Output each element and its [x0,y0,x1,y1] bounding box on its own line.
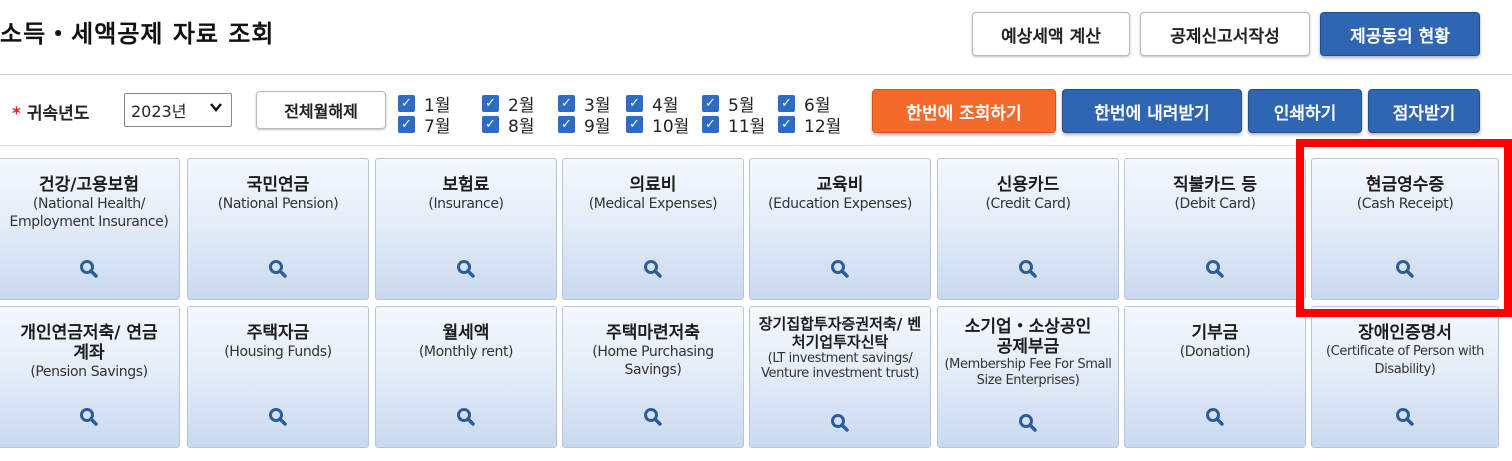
search-icon [1019,260,1037,278]
search-icon [1206,260,1224,278]
card-lt-investment-savings[interactable]: 장기집합투자증권저축/ 벤처기업투자신탁 (LT investment savi… [749,306,931,448]
year-label: * 귀속년도 [12,99,89,124]
month-checkbox-11[interactable]: ✓ 11월 [702,112,765,137]
required-mark: * [12,104,21,124]
query-all-button[interactable]: 한번에 조회하기 [872,89,1056,133]
filter-bar: * 귀속년도 2023년 전체월해제 ✓ 1월 ✓ 2월 ✓ 3월 ✓ 4월 ✓ 5월 ✓ 6… [0,74,1512,146]
checkmark-icon: ✓ [558,116,575,133]
search-icon [269,408,287,426]
card-small-business-membership[interactable]: 소기업・소상공인 공제부금 (Membership Fee For Small … [937,306,1119,448]
card-debit-card[interactable]: 직불카드 등 (Debit Card) [1124,158,1306,300]
month-checkbox-9[interactable]: ✓ 9월 [558,112,610,137]
card-education-expenses[interactable]: 교육비 (Education Expenses) [749,158,931,300]
download-all-button[interactable]: 한번에 내려받기 [1062,89,1242,133]
checkmark-icon: ✓ [482,116,499,133]
card-home-purchasing-savings[interactable]: 주택마련저축 (Home Purchasing Savings) [562,306,744,448]
search-icon [831,260,849,278]
search-icon [80,408,98,426]
card-donation[interactable]: 기부금 (Donation) [1124,306,1306,448]
checkmark-icon: ✓ [778,95,795,112]
checkmark-icon: ✓ [398,116,415,133]
year-label-text: 귀속년도 [26,104,90,124]
search-icon [831,414,849,432]
checkmark-icon: ✓ [626,95,643,112]
month-checkbox-10[interactable]: ✓ 10월 [626,112,689,137]
search-icon [1206,408,1224,426]
deselect-all-months-button[interactable]: 전체월해제 [256,91,386,129]
deduction-report-button[interactable]: 공제신고서작성 [1140,12,1310,56]
search-icon [269,260,287,278]
card-monthly-rent[interactable]: 월세액 (Monthly rent) [375,306,557,448]
checkmark-icon: ✓ [398,95,415,112]
search-icon [1396,408,1414,426]
checkmark-icon: ✓ [702,95,719,112]
checkmark-icon: ✓ [626,116,643,133]
search-icon [457,408,475,426]
checkmark-icon: ✓ [482,95,499,112]
card-pension-savings[interactable]: 개인연금저축/ 연금계좌 (Pension Savings) [0,306,180,448]
card-housing-funds[interactable]: 주택자금 (Housing Funds) [187,306,369,448]
estimate-tax-button[interactable]: 예상세액 계산 [972,12,1130,56]
search-icon [1019,414,1037,432]
card-national-pension[interactable]: 국민연금 (National Pension) [187,158,369,300]
year-select[interactable]: 2023년 [124,93,232,127]
card-insurance[interactable]: 보험료 (Insurance) [375,158,557,300]
braille-button[interactable]: 점자받기 [1368,89,1480,133]
checkmark-icon: ✓ [778,116,795,133]
card-disability-certificate[interactable]: 장애인증명서 (Certificate of Person with Disab… [1311,306,1499,448]
month-checkbox-8[interactable]: ✓ 8월 [482,112,534,137]
cash-receipt-highlight-box [1296,139,1512,317]
consent-status-button[interactable]: 제공동의 현황 [1320,12,1480,56]
search-icon [644,260,662,278]
print-button[interactable]: 인쇄하기 [1248,89,1362,133]
search-icon [80,260,98,278]
card-medical-expenses[interactable]: 의료비 (Medical Expenses) [562,158,744,300]
checkmark-icon: ✓ [558,95,575,112]
year-select-value: 2023년 [131,102,187,121]
search-icon [457,260,475,278]
card-credit-card[interactable]: 신용카드 (Credit Card) [937,158,1119,300]
month-checkbox-7[interactable]: ✓ 7월 [398,112,450,137]
month-checkbox-12[interactable]: ✓ 12월 [778,112,841,137]
checkmark-icon: ✓ [702,116,719,133]
page-title: 소득・세액공제 자료 조회 [0,20,275,48]
top-button-group: 예상세액 계산 공제신고서작성 제공동의 현황 [972,12,1480,56]
chevron-down-icon [209,100,223,118]
search-icon [644,408,662,426]
card-health-employment-insurance[interactable]: 건강/고용보험 (National Health/ Employment Ins… [0,158,180,300]
